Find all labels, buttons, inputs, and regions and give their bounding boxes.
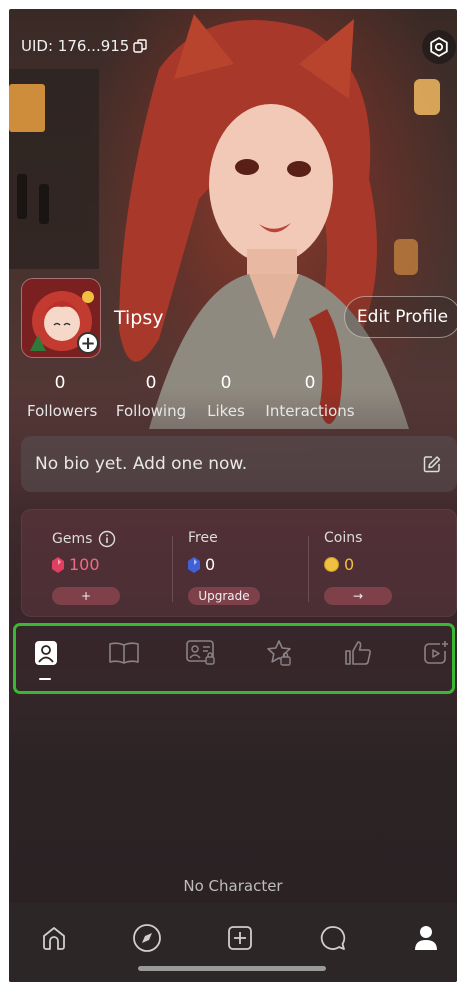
wallet-coins: Coins 0 →: [324, 510, 454, 618]
wallet-divider: [308, 536, 309, 602]
stat-label: Followers: [27, 402, 98, 420]
wallet-divider: [172, 536, 173, 602]
stat-label: Following: [115, 402, 187, 420]
edit-profile-button[interactable]: Edit Profile: [344, 296, 457, 338]
coins-label: Coins: [324, 530, 363, 546]
bio-placeholder: No bio yet. Add one now.: [35, 454, 248, 474]
edit-icon[interactable]: [423, 455, 441, 473]
profile-name: Tipsy: [114, 307, 164, 329]
gear-icon: [430, 37, 448, 57]
nav-explore[interactable]: [130, 921, 164, 955]
bio-box[interactable]: No bio yet. Add one now.: [21, 436, 457, 492]
home-icon: [43, 927, 65, 950]
settings-button[interactable]: [422, 30, 456, 64]
info-icon[interactable]: [98, 530, 116, 548]
gems-value-row: 100: [52, 555, 100, 574]
wallet-gems: Gems 100 +: [52, 510, 182, 618]
add-gems-button[interactable]: +: [52, 587, 120, 605]
coins-value: 0: [344, 555, 355, 574]
profile-icon: [415, 926, 437, 950]
stat-following[interactable]: 0 Following: [115, 373, 187, 420]
stat-followers[interactable]: 0 Followers: [27, 373, 98, 420]
home-indicator[interactable]: [138, 966, 326, 971]
stat-label: Likes: [207, 402, 245, 420]
profile-screen: UID: 176...915 + Tipsy Edit Profile 0 Fo…: [9, 9, 457, 982]
wallet-panel: Gems 100 + Free 0 Upgrade Coins 0 →: [21, 509, 457, 617]
avatar-add-button[interactable]: +: [77, 332, 99, 354]
nav-profile[interactable]: [409, 921, 443, 955]
gems-value: 100: [69, 555, 100, 574]
copy-icon[interactable]: [133, 39, 148, 53]
stat-likes[interactable]: 0 Likes: [203, 373, 249, 420]
upgrade-button[interactable]: Upgrade: [188, 587, 260, 605]
coins-arrow-button[interactable]: →: [324, 587, 392, 605]
chat-bubble-icon: [320, 926, 346, 950]
free-value: 0: [205, 555, 216, 574]
stat-value: 0: [54, 373, 66, 393]
stat-value: 0: [220, 373, 232, 393]
coins-value-row: 0: [324, 555, 354, 574]
stat-interactions[interactable]: 0 Interactions: [264, 373, 356, 420]
gems-label: Gems: [52, 531, 93, 547]
gems-label-row: Gems: [52, 530, 116, 548]
blue-gem-icon: [188, 556, 200, 573]
stat-value: 0: [304, 373, 316, 393]
compass-icon: [133, 924, 161, 952]
empty-state-text: No Character: [183, 877, 283, 895]
tab-bar-highlight-box: [13, 623, 455, 694]
free-label: Free: [188, 530, 218, 546]
stat-value: 0: [145, 373, 157, 393]
nav-chat[interactable]: [316, 921, 350, 955]
uid-row[interactable]: UID: 176...915: [21, 37, 148, 55]
free-value-row: 0: [188, 555, 215, 574]
coin-icon: [324, 557, 339, 572]
nav-home[interactable]: [37, 921, 71, 955]
gem-icon: [52, 556, 64, 573]
uid-text: UID: 176...915: [21, 37, 130, 55]
wallet-free: Free 0 Upgrade: [188, 510, 318, 618]
add-square-icon: [228, 926, 252, 950]
stat-label: Interactions: [265, 402, 355, 420]
nav-create[interactable]: [223, 921, 257, 955]
